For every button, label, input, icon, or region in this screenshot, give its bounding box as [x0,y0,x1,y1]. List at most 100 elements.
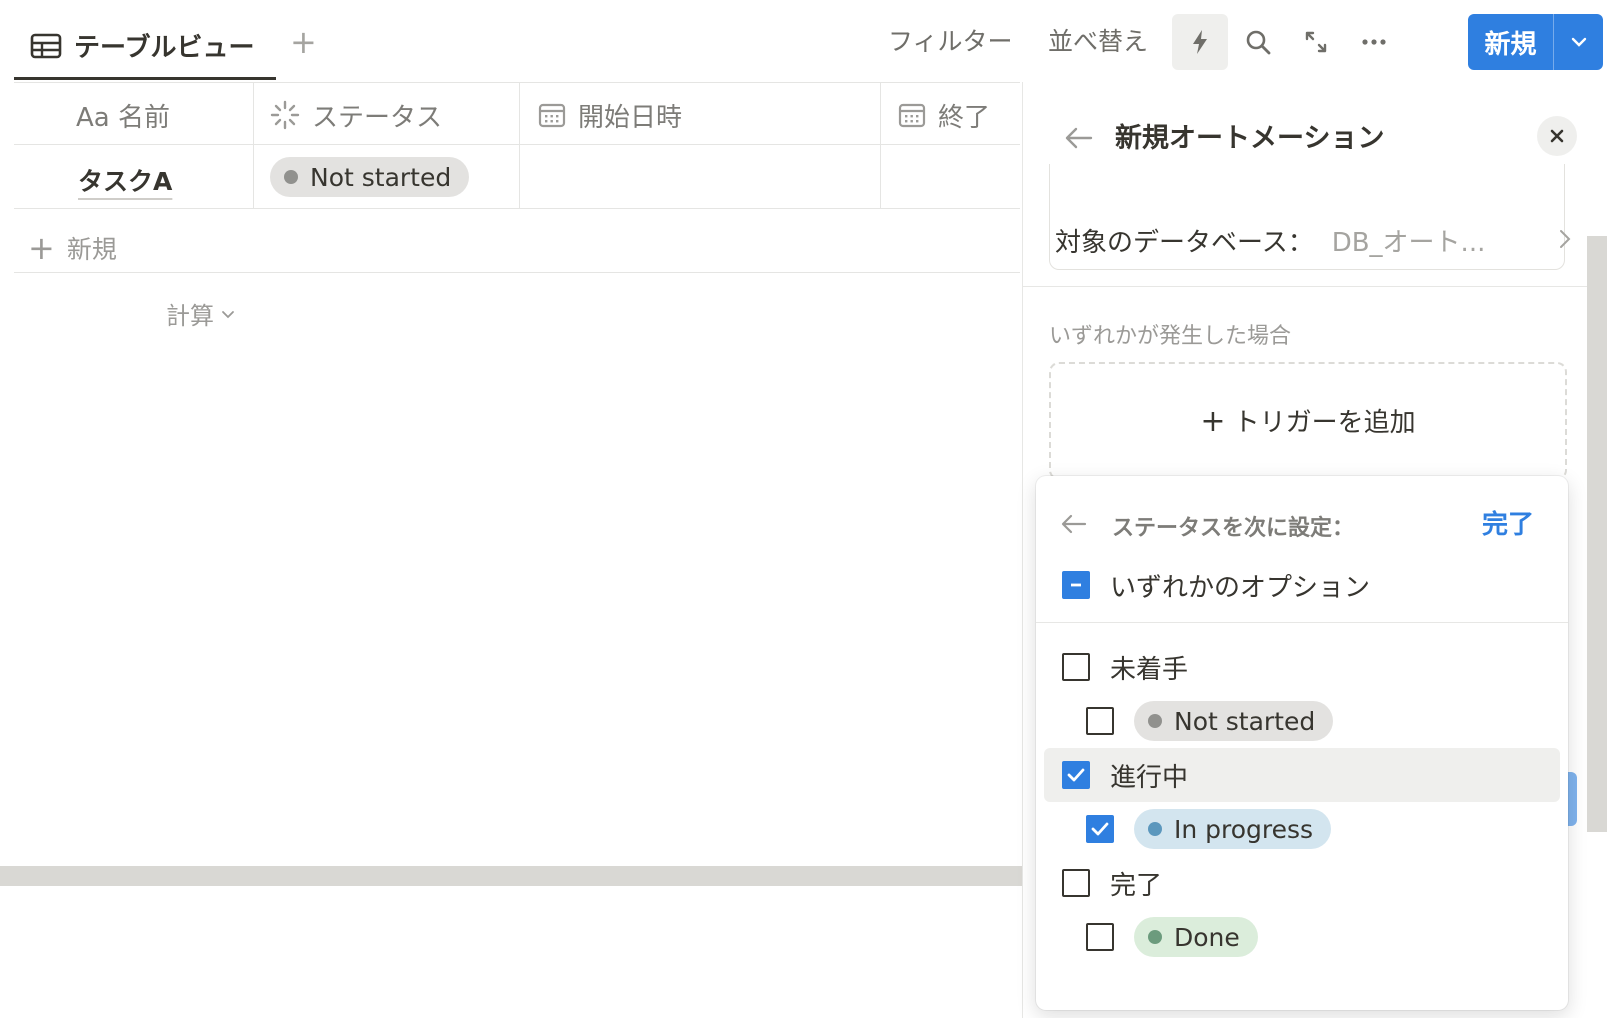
target-database-row[interactable]: 対象のデータベース： DB_オート... [1055,212,1575,268]
status-tag: Not started [1134,701,1334,741]
new-button-dropdown[interactable] [1554,14,1603,70]
minus-icon [1071,583,1081,587]
column-header-label: ステータス [312,102,443,133]
row-divider [14,208,1020,209]
calendar-icon [538,103,566,128]
column-header-label: Aa 名前 [76,102,170,133]
add-row-label: 新規 [66,235,117,264]
status-tag-label: Not started [1174,706,1316,736]
add-row-button[interactable]: + 新規 [28,230,117,266]
menu-back-button[interactable] [1056,506,1092,542]
new-button[interactable]: 新規 [1468,14,1554,70]
status-dot [1148,714,1162,728]
check-icon [1091,822,1109,836]
checkbox-checked[interactable] [1062,761,1090,789]
group-row-not-started[interactable]: 未着手 [1044,640,1560,694]
add-view-button[interactable]: + [290,26,317,58]
group-label: 未着手 [1110,654,1189,685]
plus-icon: + [28,229,55,267]
group-label: 完了 [1110,870,1163,901]
column-header-name[interactable]: Aa 名前 [76,82,170,148]
group-row-done[interactable]: 完了 [1044,856,1560,910]
col-divider [880,82,881,208]
any-option-row[interactable]: いずれかのオプション [1044,558,1560,612]
checkbox[interactable] [1062,653,1090,681]
col-divider [253,82,254,208]
row-name-cell[interactable]: タスクA [78,162,172,198]
add-trigger-label: + トリガーを追加 [1200,402,1415,439]
automation-button[interactable] [1172,14,1228,70]
more-icon [1362,39,1386,45]
chevron-down-icon [222,310,234,318]
target-database-label: 対象のデータベース： [1055,227,1314,258]
horizontal-scrollbar[interactable] [0,866,1022,886]
status-tag: Done [1134,917,1258,957]
filter-button[interactable]: フィルター [888,22,1013,58]
column-header-status[interactable]: ステータス [270,82,442,148]
checkbox-checked[interactable] [1086,815,1114,843]
new-row-divider [14,272,1020,273]
chevron-down-icon [1571,37,1586,47]
panel-scrollbar-gap [1587,182,1607,236]
status-select-menu: ステータスを次に設定： 完了 いずれかのオプション 未着手 Not starte… [1036,476,1568,1010]
search-icon [1246,30,1271,55]
column-header-start-date[interactable]: 開始日時 [538,82,682,148]
option-row-not-started[interactable]: Not started [1044,694,1560,748]
chevron-right-icon [1560,230,1571,248]
status-tag: In progress [1134,809,1332,849]
option-row-in-progress[interactable]: In progress [1044,802,1560,856]
status-tag-label: In progress [1174,814,1314,844]
expand-icon [1305,31,1327,53]
column-header-label: 開始日時 [578,102,683,133]
status-dot [1148,822,1162,836]
panel-close-button[interactable] [1537,116,1577,156]
column-header-end-date[interactable]: 終了 [898,82,990,148]
status-tag-label: Not started [310,162,452,192]
sort-button[interactable]: 並べ替え [1048,22,1148,58]
done-button[interactable]: 完了 [1482,504,1534,541]
indeterminate-checkbox[interactable] [1062,571,1090,599]
checkbox[interactable] [1086,923,1114,951]
arrow-left-icon [1061,514,1087,534]
option-row-done[interactable]: Done [1044,910,1560,964]
menu-title: ステータスを次に設定： [1112,516,1355,541]
check-icon [1067,768,1085,782]
lightning-icon [1193,30,1207,54]
group-row-in-progress[interactable]: 進行中 [1044,748,1560,802]
checkbox[interactable] [1062,869,1090,897]
more-button[interactable] [1352,20,1396,64]
status-property-icon [270,100,300,130]
any-option-label: いずれかのオプション [1110,572,1371,603]
group-label: 進行中 [1110,762,1189,793]
when-section-label: いずれかが発生した場合 [1049,324,1292,349]
calculate-label: 計算 [166,302,214,330]
panel-scrollbar-track[interactable] [1587,182,1607,832]
status-tag-label: Done [1174,922,1240,952]
status-dot [1148,930,1162,944]
add-trigger-text: トリガーを追加 [1233,408,1416,438]
checkbox[interactable] [1086,707,1114,735]
row-status-tag[interactable]: Not started [270,157,470,197]
close-icon [1550,129,1564,143]
new-button-group: 新規 [1468,14,1603,70]
panel-title: 新規オートメーション [1115,123,1385,154]
col-divider [519,82,520,208]
target-database-value: DB_オート... [1331,227,1486,258]
panel-back-button[interactable] [1059,118,1099,158]
status-dot [284,170,298,184]
column-header-label: 終了 [938,102,991,133]
menu-divider [1036,622,1568,623]
database-table: Aa 名前 ステータス 開始日時 終了 タスクA Not started + 新… [0,82,1020,862]
calendar-icon [898,103,926,128]
add-trigger-button[interactable]: + トリガーを追加 [1049,362,1567,480]
arrow-left-icon [1065,127,1093,149]
tab-table-view[interactable]: テーブルビュー [14,14,276,80]
calculate-button[interactable]: 計算 [166,296,236,331]
view-tab-label: テーブルビュー [74,33,255,63]
view-toolbar: テーブルビュー + フィルター 並べ替え 新規 [0,0,1616,82]
plus-icon: + [1200,404,1226,439]
search-button[interactable] [1236,20,1280,64]
panel-divider [1023,286,1587,287]
table-icon [30,33,62,58]
expand-button[interactable] [1294,20,1338,64]
